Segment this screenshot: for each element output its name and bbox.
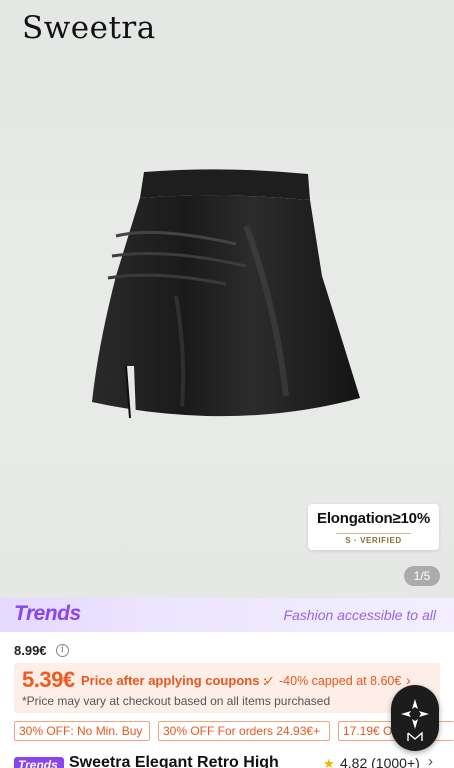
elongation-badge-title: Elongation≥10% bbox=[317, 510, 430, 527]
product-rating[interactable]: 4.82 (1000+) bbox=[340, 755, 420, 768]
product-title: Sweetra Elegant Retro High bbox=[69, 754, 279, 768]
product-image-gallery[interactable]: Sweetra Elongation≥10% S · VERIFIED 1/5 bbox=[0, 0, 454, 598]
coupon-cap-text: -40% capped at 8.60€ bbox=[279, 674, 402, 688]
brand-logo: Sweetra bbox=[22, 10, 156, 46]
coupon-price: 5.39€ bbox=[22, 667, 75, 692]
diamond-logo-icon bbox=[401, 699, 429, 741]
floating-brand-button[interactable] bbox=[391, 685, 439, 751]
check-icon: ✓ bbox=[264, 673, 275, 688]
elongation-badge-subtitle: S · VERIFIED bbox=[345, 536, 402, 545]
elongation-badge: Elongation≥10% S · VERIFIED bbox=[308, 504, 439, 550]
badge-divider bbox=[336, 533, 411, 534]
star-icon: ★ bbox=[323, 756, 335, 768]
coupon-price-label: Price after applying coupons : bbox=[81, 673, 268, 688]
coupon-tag[interactable]: 30% OFF: No Min. Buy bbox=[14, 721, 150, 741]
product-image-skirt[interactable] bbox=[86, 166, 366, 426]
original-price: 8.99€ bbox=[14, 643, 47, 658]
trends-tagline: Fashion accessible to all bbox=[283, 607, 436, 623]
trends-logo: Trends bbox=[14, 602, 81, 625]
price-disclaimer: *Price may vary at checkout based on all… bbox=[22, 694, 331, 708]
info-icon[interactable]: i bbox=[56, 644, 69, 657]
image-page-counter: 1/5 bbox=[404, 566, 440, 586]
trends-banner[interactable]: Trends Fashion accessible to all bbox=[0, 598, 454, 632]
trends-badge: Trends bbox=[14, 757, 64, 768]
coupon-tag[interactable]: 30% OFF For orders 24.93€+ bbox=[158, 721, 330, 741]
coupon-price-box[interactable]: 5.39€ Price after applying coupons : ✓ -… bbox=[14, 663, 440, 713]
chevron-right-icon[interactable]: › bbox=[428, 753, 433, 768]
